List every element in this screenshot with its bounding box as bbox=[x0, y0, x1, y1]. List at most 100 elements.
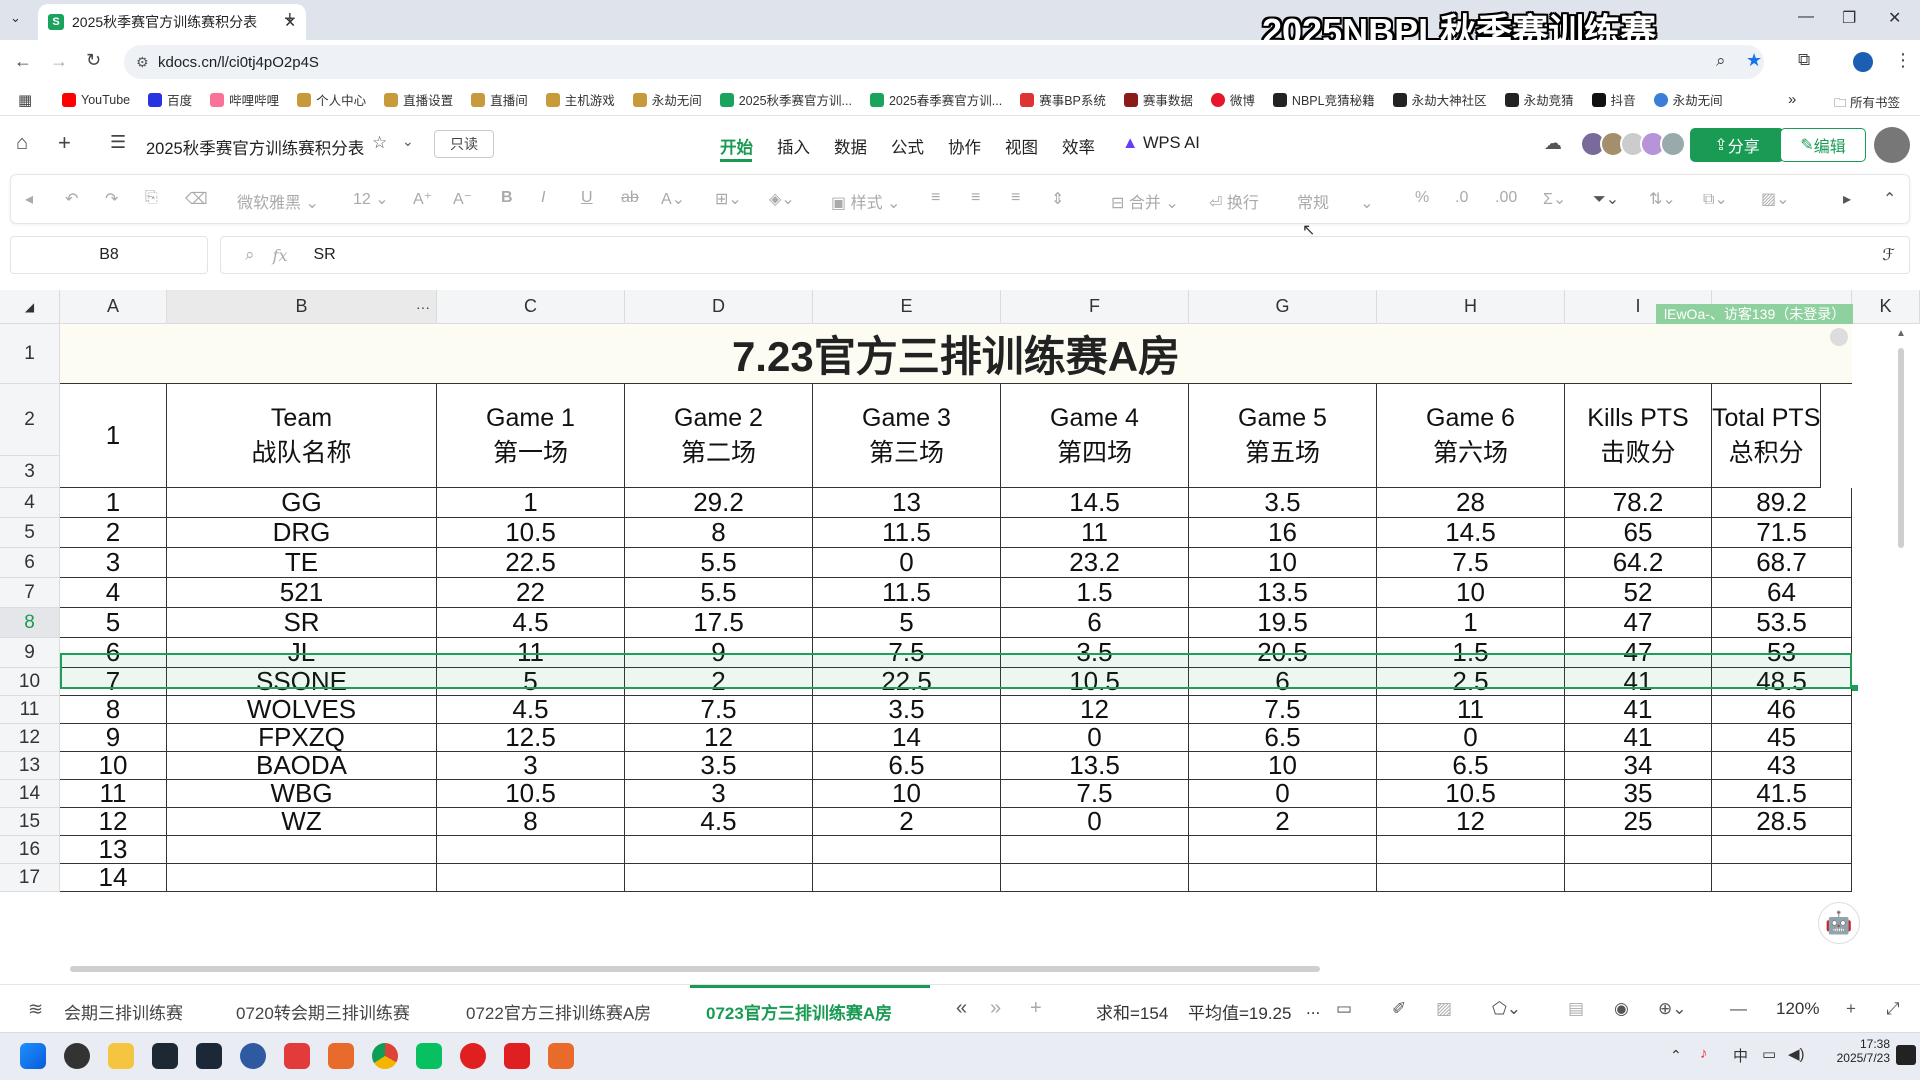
table-cell[interactable]: 12 bbox=[1377, 806, 1565, 836]
vertical-align-icon[interactable]: ⇕ bbox=[1051, 189, 1064, 209]
table-cell[interactable]: 16 bbox=[1189, 517, 1377, 548]
row-header[interactable]: 7 bbox=[0, 578, 60, 608]
browser-menu-icon[interactable]: ⋮ bbox=[1894, 50, 1912, 71]
table-cell[interactable]: 6.5 bbox=[1189, 722, 1377, 752]
bold-icon[interactable]: B bbox=[501, 189, 513, 207]
app-icon[interactable] bbox=[64, 1043, 90, 1069]
column-header[interactable]: D bbox=[625, 290, 813, 324]
table-cell[interactable]: 7.5 bbox=[1001, 778, 1189, 808]
app-icon[interactable] bbox=[152, 1043, 178, 1069]
team-cell[interactable]: 521 bbox=[167, 577, 437, 608]
edit-button[interactable]: ✎ 编辑 bbox=[1780, 128, 1866, 162]
collapse-toolbar-icon[interactable]: ⌃ bbox=[1883, 189, 1896, 209]
bookmark-item[interactable]: 哔哩哔哩 bbox=[210, 90, 279, 109]
network-icon[interactable]: ▭ bbox=[1762, 1045, 1776, 1063]
file-explorer-icon[interactable] bbox=[108, 1043, 134, 1069]
table-cell[interactable]: 12 bbox=[60, 806, 167, 836]
table-cell[interactable]: 53.5 bbox=[1712, 607, 1852, 638]
fx-icon[interactable]: fx bbox=[273, 246, 288, 265]
table-cell[interactable]: 10.5 bbox=[437, 778, 625, 808]
chrome-icon[interactable] bbox=[372, 1043, 398, 1069]
doc-title[interactable]: 2025秋季赛官方训练赛积分表 bbox=[146, 135, 364, 159]
decimal-icon[interactable]: .0 bbox=[1455, 189, 1468, 207]
table-cell[interactable]: 5 bbox=[437, 666, 625, 696]
row-header[interactable]: 15 bbox=[0, 808, 60, 836]
table-cell[interactable]: 9 bbox=[625, 637, 813, 668]
table-cell[interactable]: 6.5 bbox=[1377, 750, 1565, 780]
table-cell[interactable]: 11 bbox=[437, 637, 625, 668]
eye-icon[interactable]: ◉ bbox=[1614, 999, 1629, 1019]
fill-color-icon[interactable]: ◈⌄ bbox=[769, 189, 795, 209]
sum-icon[interactable]: Σ⌄ bbox=[1543, 189, 1566, 209]
table-cell[interactable]: 10 bbox=[1189, 750, 1377, 780]
table-cell[interactable]: 41 bbox=[1565, 666, 1712, 696]
zoom-icon[interactable]: ⌕ bbox=[1716, 51, 1726, 71]
wrap-button[interactable]: ⏎ 换行 bbox=[1209, 189, 1259, 213]
column-header[interactable]: E bbox=[813, 290, 1001, 324]
profile-avatar[interactable] bbox=[1853, 52, 1873, 72]
image-view-icon[interactable]: ▨ bbox=[1436, 999, 1452, 1019]
steam-icon[interactable] bbox=[196, 1043, 222, 1069]
bookmark-item[interactable]: 微博 bbox=[1210, 90, 1255, 109]
table-cell[interactable]: 10 bbox=[813, 778, 1001, 808]
table-cell[interactable] bbox=[813, 864, 1001, 892]
table-cell[interactable]: 10 bbox=[1189, 547, 1377, 578]
increase-font-icon[interactable]: A⁺ bbox=[413, 189, 432, 209]
zoom-out-icon[interactable]: — bbox=[1730, 999, 1747, 1019]
menu-insert[interactable]: 插入 bbox=[777, 134, 810, 158]
table-cell[interactable]: 71.5 bbox=[1712, 517, 1852, 548]
expand-right-icon[interactable]: ▸ bbox=[1843, 189, 1851, 209]
bookmark-item[interactable]: 永劫大神社区 bbox=[1392, 90, 1487, 109]
table-cell[interactable]: 5 bbox=[60, 607, 167, 638]
redo-icon[interactable]: ↷ bbox=[105, 189, 118, 209]
team-cell[interactable]: FPXZQ bbox=[167, 722, 437, 752]
sheet-tab[interactable]: 0722官方三排训练赛A房 bbox=[466, 999, 651, 1024]
table-cell[interactable]: 10 bbox=[1377, 577, 1565, 608]
table-cell[interactable]: 3 bbox=[437, 750, 625, 780]
row-header[interactable]: 12 bbox=[0, 724, 60, 752]
column-header[interactable]: C bbox=[437, 290, 625, 324]
bookmark-item[interactable]: 永劫无间 bbox=[632, 90, 702, 109]
table-cell[interactable] bbox=[1712, 836, 1852, 864]
table-cell[interactable]: 41 bbox=[1565, 694, 1712, 724]
font-color-icon[interactable]: A⌄ bbox=[661, 189, 685, 209]
undo-icon[interactable]: ↶ bbox=[65, 189, 78, 209]
table-cell[interactable]: 10.5 bbox=[437, 517, 625, 548]
table-cell[interactable]: 1 bbox=[60, 487, 167, 518]
mic-icon[interactable]: ♪ bbox=[1700, 1045, 1708, 1062]
table-cell[interactable]: 1.5 bbox=[1377, 637, 1565, 668]
minimize-icon[interactable]: — bbox=[1798, 8, 1814, 26]
table-cell[interactable]: 4.5 bbox=[625, 806, 813, 836]
table-cell[interactable]: 8 bbox=[437, 806, 625, 836]
row-header[interactable]: 10 bbox=[0, 668, 60, 696]
table-cell[interactable]: 0 bbox=[1001, 722, 1189, 752]
border-icon[interactable]: ⊞⌄ bbox=[715, 189, 742, 209]
column-header[interactable]: H bbox=[1377, 290, 1565, 324]
table-cell[interactable]: 12 bbox=[625, 722, 813, 752]
table-cell[interactable] bbox=[625, 864, 813, 892]
all-bookmarks[interactable]: 🗀 所有书签 bbox=[1834, 92, 1900, 115]
table-cell[interactable]: 14.5 bbox=[1001, 487, 1189, 518]
bookmark-star-icon[interactable]: ★ bbox=[1746, 50, 1762, 71]
bookmark-item[interactable]: 个人中心 bbox=[297, 90, 366, 109]
table-cell[interactable]: 14 bbox=[813, 722, 1001, 752]
table-cell[interactable]: 1 bbox=[437, 487, 625, 518]
table-cell[interactable]: 2 bbox=[813, 806, 1001, 836]
cloud-icon[interactable]: ☁ bbox=[1544, 133, 1562, 154]
table-cell[interactable]: 89.2 bbox=[1712, 487, 1852, 518]
bookmark-item[interactable]: YouTube bbox=[62, 92, 130, 107]
table-cell[interactable]: 23.2 bbox=[1001, 547, 1189, 578]
select-all-corner[interactable]: ◢ bbox=[0, 290, 60, 324]
team-cell[interactable]: WZ bbox=[167, 806, 437, 836]
table-cell[interactable]: 41 bbox=[1565, 722, 1712, 752]
team-cell[interactable]: SR bbox=[167, 607, 437, 638]
row-header[interactable]: 9 bbox=[0, 638, 60, 668]
notes-icon[interactable]: ✐ bbox=[1392, 999, 1406, 1019]
column-title-cell[interactable]: Game 6 第六场 bbox=[1377, 384, 1565, 488]
app-icon[interactable] bbox=[504, 1043, 530, 1069]
table-cell[interactable]: 9 bbox=[60, 722, 167, 752]
notification-icon[interactable] bbox=[1896, 1045, 1916, 1065]
column-title-cell[interactable]: Kills PTS 击败分 bbox=[1565, 384, 1712, 488]
align-center-icon[interactable]: ≡ bbox=[971, 189, 980, 207]
table-cell[interactable]: 3 bbox=[60, 547, 167, 578]
